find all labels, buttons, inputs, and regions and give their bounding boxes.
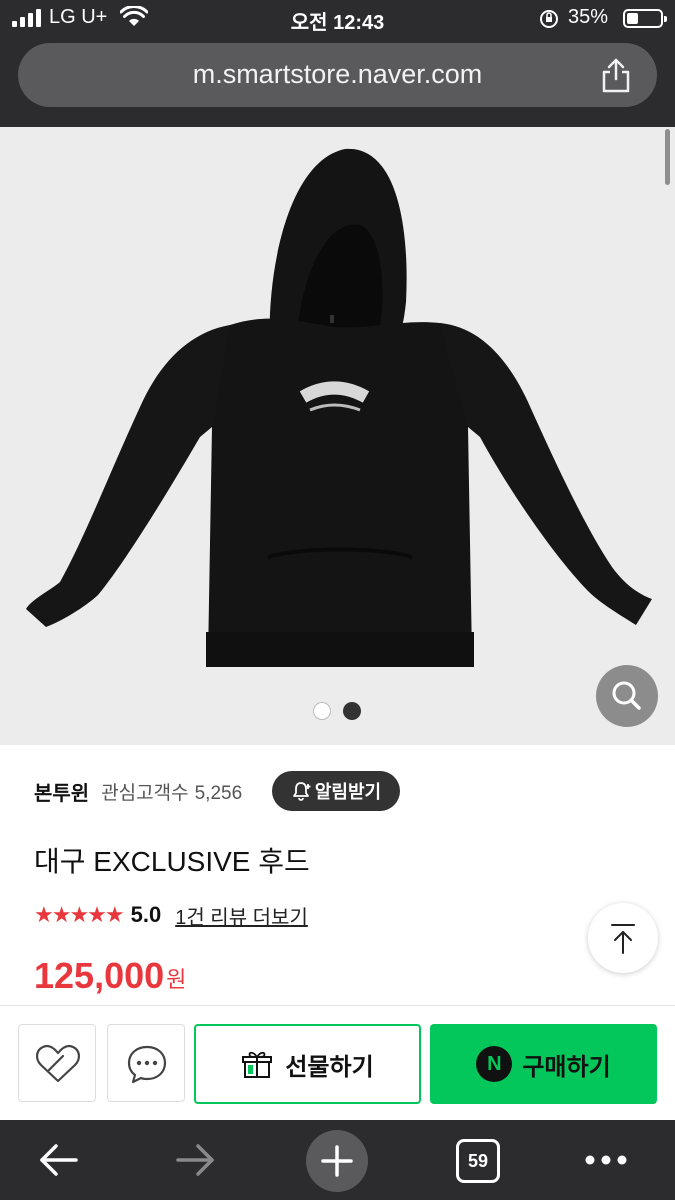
- arrow-up-icon: [611, 924, 635, 954]
- review-more-link[interactable]: 1건 리뷰 더보기: [175, 901, 308, 930]
- bell-plus-icon: [292, 782, 311, 801]
- buy-button[interactable]: N 구매하기: [430, 1024, 657, 1104]
- search-icon: [612, 681, 641, 710]
- interest-label: 관심고객수: [101, 782, 189, 804]
- more-menu-button[interactable]: [578, 1130, 634, 1190]
- buy-label: 구매하기: [522, 1053, 611, 1081]
- back-button[interactable]: [28, 1130, 88, 1190]
- alarm-subscribe-button[interactable]: 알림받기: [272, 771, 400, 811]
- store-info-row: 본투윈 관심고객수 5,256: [34, 771, 242, 811]
- tab-count-button[interactable]: 59: [456, 1139, 500, 1183]
- new-tab-button[interactable]: [306, 1130, 368, 1192]
- arrow-right-icon: [176, 1144, 214, 1176]
- interest-customers: 관심고객수 5,256: [101, 778, 242, 805]
- gift-icon: [242, 1051, 273, 1078]
- share-icon[interactable]: [599, 57, 633, 93]
- forward-button[interactable]: [166, 1130, 226, 1190]
- gallery-indicator-dot[interactable]: [313, 702, 331, 720]
- gallery-indicator-dot-active[interactable]: [343, 702, 361, 720]
- gift-label: 선물하기: [285, 1053, 374, 1081]
- product-title: 대구 EXCLUSIVE 후드: [34, 846, 310, 877]
- more-dots-icon: [585, 1155, 627, 1165]
- browser-chrome: LG U+ 오전 12:43 35% m.smartstore.naver.co…: [0, 0, 675, 127]
- battery-icon: [623, 9, 667, 28]
- rating-stars: ★★★★★: [34, 902, 125, 927]
- rating-row: ★★★★★ 5.0 1건 리뷰 더보기: [34, 900, 308, 930]
- purchase-bar: 선물하기 N 구매하기: [0, 1005, 675, 1120]
- heart-icon: [36, 1044, 80, 1083]
- chat-bubble-icon: [127, 1045, 167, 1084]
- gift-button[interactable]: 선물하기: [194, 1024, 421, 1104]
- product-price: 125,000 원: [34, 955, 186, 997]
- plus-icon: [321, 1145, 353, 1177]
- browser-toolbar: 59: [0, 1120, 675, 1200]
- status-bar: LG U+ 오전 12:43 35%: [0, 0, 675, 36]
- interest-count: 5,256: [194, 782, 243, 804]
- rating-score: 5.0: [130, 902, 162, 927]
- scroll-top-button[interactable]: [588, 903, 658, 973]
- battery-percent: 35%: [568, 6, 609, 28]
- address-bar[interactable]: m.smartstore.naver.com: [18, 43, 657, 107]
- alarm-label: 알림받기: [314, 782, 382, 802]
- store-name[interactable]: 본투윈: [34, 777, 89, 806]
- like-button[interactable]: [18, 1024, 96, 1102]
- talk-button[interactable]: [107, 1024, 185, 1102]
- price-currency: 원: [166, 967, 187, 992]
- orientation-lock-icon: [540, 10, 558, 28]
- url-text: m.smartstore.naver.com: [192, 59, 483, 89]
- zoom-button[interactable]: [596, 665, 658, 727]
- hoodie-product-image: [26, 148, 652, 667]
- product-image-gallery[interactable]: [0, 127, 675, 745]
- price-value: 125,000: [34, 955, 165, 996]
- arrow-left-icon: [40, 1144, 78, 1176]
- naver-pay-badge: N: [476, 1046, 513, 1082]
